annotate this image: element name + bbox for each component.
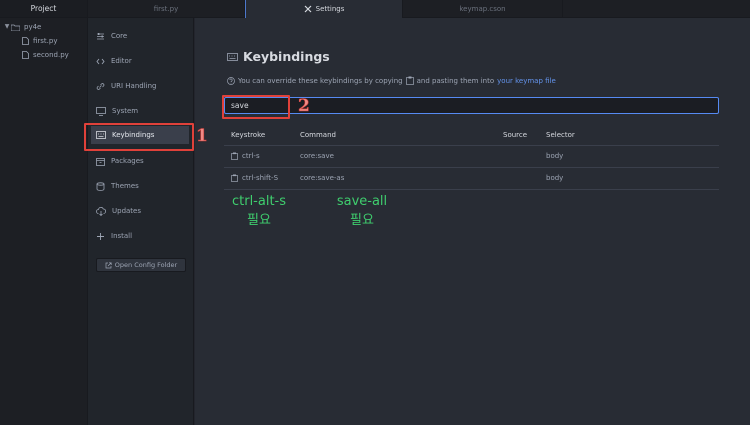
tree-file-label: second.py xyxy=(33,51,69,59)
open-config-folder-button[interactable]: Open Config Folder xyxy=(96,258,186,272)
keyboard-icon xyxy=(227,52,238,61)
open-config-folder-label: Open Config Folder xyxy=(114,261,178,269)
nav-item-label: System xyxy=(112,107,139,115)
column-header-selector[interactable]: Selector xyxy=(546,131,575,139)
nav-item-system[interactable]: System xyxy=(96,103,138,119)
nav-item-label: Themes xyxy=(111,182,139,190)
nav-item-label: URI Handling xyxy=(111,82,157,90)
page-title: Keybindings xyxy=(227,49,330,64)
plus-icon xyxy=(97,232,104,240)
copy-icon xyxy=(231,174,238,182)
paintcan-icon xyxy=(96,181,105,191)
row-command: core:save xyxy=(300,152,334,160)
row-selector: body xyxy=(546,152,564,160)
annotation-note-line: 필요 xyxy=(350,213,374,228)
tab-label: Settings xyxy=(315,5,345,13)
file-icon xyxy=(22,51,29,59)
nav-item-packages[interactable]: Packages xyxy=(96,153,144,169)
tab-label: first.py xyxy=(153,5,179,13)
folder-icon xyxy=(11,24,20,31)
table-divider xyxy=(224,145,719,146)
keymap-file-link[interactable]: your keymap file xyxy=(497,77,556,85)
annotation-note-line: 필요 xyxy=(247,213,271,228)
settings-core-icon xyxy=(97,32,104,39)
settings-sidebar: Core Editor URI Handling System Keybindi… xyxy=(88,18,194,425)
tools-icon xyxy=(304,5,312,13)
clippy-icon xyxy=(405,76,414,85)
tree-file-second-py[interactable]: second.py xyxy=(0,48,87,62)
table-divider xyxy=(224,189,719,190)
tree-view: Project ▼ py4e first.py second.py xyxy=(0,0,88,425)
annotation-box-keybindings xyxy=(84,123,194,151)
monitor-icon xyxy=(96,106,106,116)
chevron-down-icon: ▼ xyxy=(4,23,10,30)
keystroke-text: ctrl-shift-S xyxy=(242,174,279,182)
tab-bar-filler xyxy=(563,0,750,17)
nav-item-uri-handling[interactable]: URI Handling xyxy=(96,78,156,94)
tab-label: keymap.cson xyxy=(459,5,506,13)
column-header-command[interactable]: Command xyxy=(300,131,336,139)
tree-file-first-py[interactable]: first.py xyxy=(0,34,87,48)
description-text: and pasting them into xyxy=(416,76,495,85)
code-icon xyxy=(96,58,105,64)
row-selector: body xyxy=(546,174,564,182)
column-header-keystroke[interactable]: Keystroke xyxy=(231,131,265,139)
tree-file-label: first.py xyxy=(33,37,58,45)
nav-item-label: Updates xyxy=(112,207,141,215)
page-title-text: Keybindings xyxy=(243,49,330,64)
tree-view-header[interactable]: Project xyxy=(0,0,87,18)
description-text: You can override these keybindings by co… xyxy=(238,76,403,85)
question-icon xyxy=(227,76,235,85)
link-icon xyxy=(96,82,105,90)
keybindings-description: You can override these keybindings by co… xyxy=(227,76,556,85)
tab-keymap-cson[interactable]: keymap.cson xyxy=(403,0,563,18)
nav-item-updates[interactable]: Updates xyxy=(96,203,141,219)
tree-folder-label: py4e xyxy=(24,23,42,31)
file-icon xyxy=(22,37,29,45)
annotation-note-ctrl-alt-s: ctrl-alt-s 필요 xyxy=(222,192,296,230)
cloud-download-icon xyxy=(96,206,106,216)
tab-first-py[interactable]: first.py xyxy=(88,0,245,18)
nav-item-label: Install xyxy=(111,232,133,240)
keystroke-text: ctrl-s xyxy=(242,152,260,160)
annotation-note-line: ctrl-alt-s xyxy=(231,194,287,209)
column-header-source[interactable]: Source xyxy=(503,131,527,139)
annotation-note-line: save-all xyxy=(336,194,388,209)
nav-item-label: Core xyxy=(111,32,128,40)
external-link-icon xyxy=(105,261,112,268)
tree-folder-py4e[interactable]: ▼ py4e xyxy=(0,20,87,34)
nav-item-editor[interactable]: Editor xyxy=(96,53,132,69)
nav-item-label: Editor xyxy=(111,57,132,65)
row-keystroke[interactable]: ctrl-s xyxy=(231,152,260,160)
row-keystroke[interactable]: ctrl-shift-S xyxy=(231,174,278,182)
tab-settings[interactable]: Settings xyxy=(245,0,403,18)
nav-item-label: Packages xyxy=(111,157,144,165)
nav-item-core[interactable]: Core xyxy=(96,28,127,44)
tab-bar: first.py Settings keymap.cson xyxy=(88,0,750,18)
row-command: core:save-as xyxy=(300,174,345,182)
table-divider xyxy=(224,167,719,168)
annotation-note-save-all: save-all 필요 xyxy=(328,192,396,230)
nav-item-themes[interactable]: Themes xyxy=(96,178,139,194)
copy-icon xyxy=(231,152,238,160)
annotation-box-search xyxy=(222,95,290,119)
annotation-number-1: 1 xyxy=(196,126,208,147)
package-icon xyxy=(96,157,105,166)
nav-item-install[interactable]: Install xyxy=(96,228,132,244)
annotation-number-2: 2 xyxy=(298,96,310,117)
